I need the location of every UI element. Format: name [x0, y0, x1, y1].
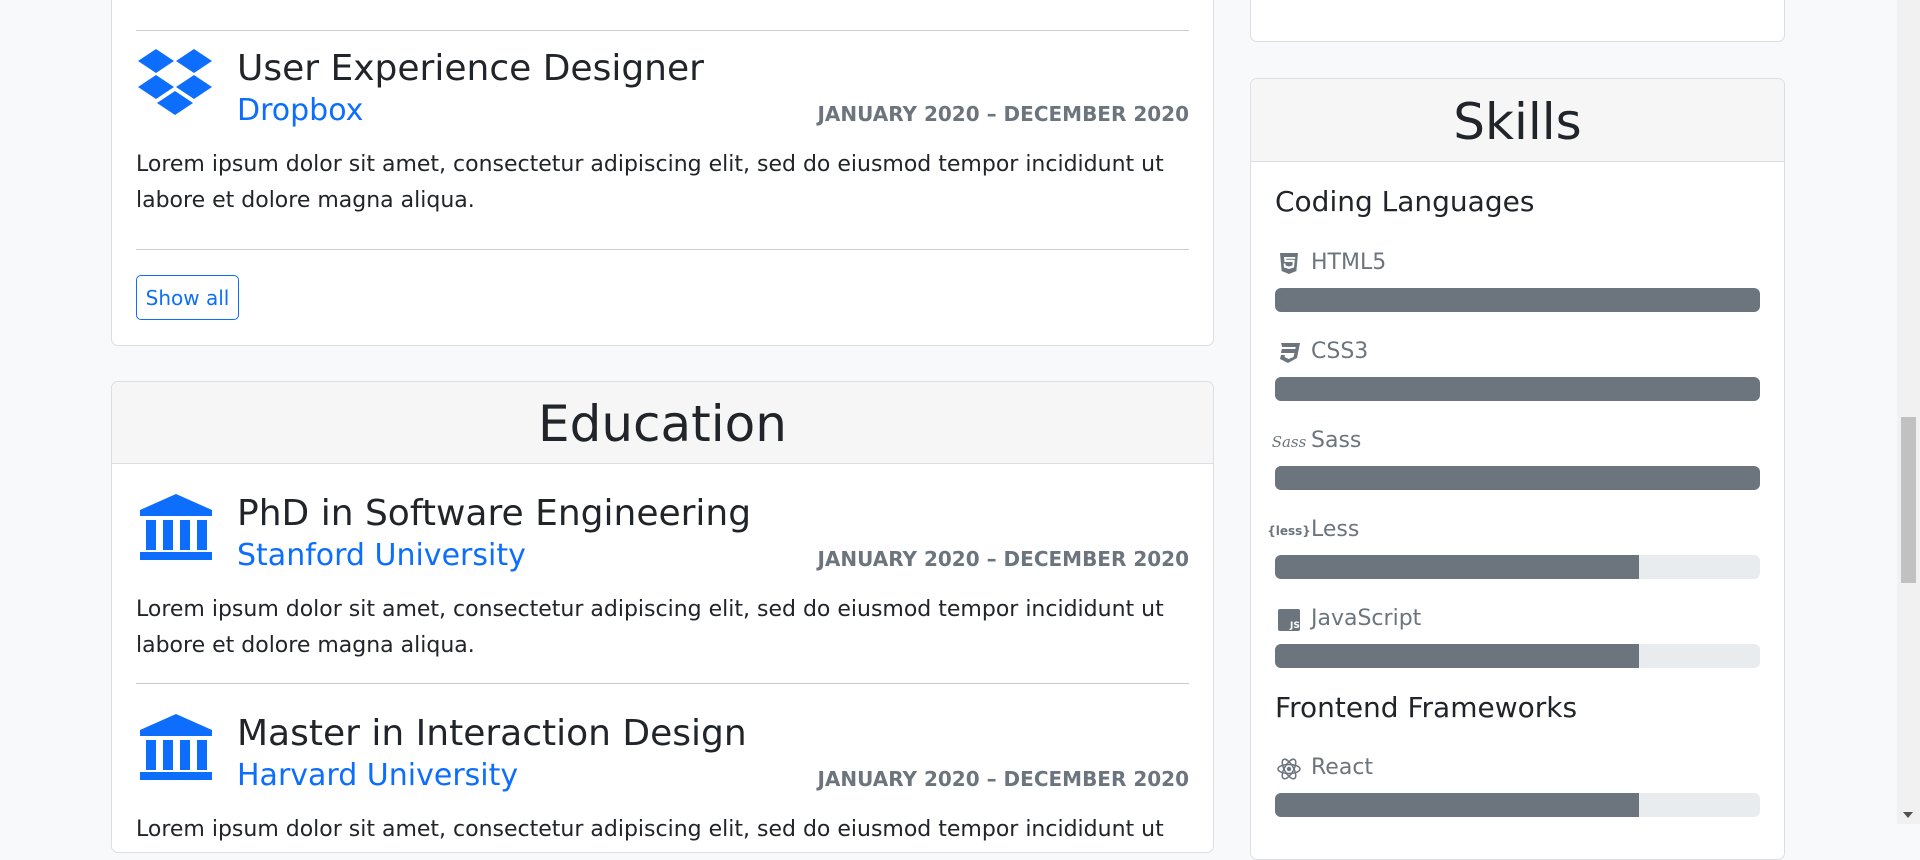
- entry-description: Lorem ipsum dolor sit amet, consectetur …: [136, 817, 1164, 842]
- skill-css3: CSS3: [1275, 337, 1760, 407]
- skill-progress-fill: [1275, 466, 1760, 490]
- entry-organization-link[interactable]: Stanford University: [237, 537, 526, 575]
- skill-name: CSS3: [1311, 339, 1369, 364]
- skill-progress-bar: [1275, 466, 1760, 490]
- skill-progress-fill: [1275, 793, 1639, 817]
- skill-react: React: [1275, 753, 1760, 823]
- entry-description: Lorem ipsum dolor sit amet, consectetur …: [136, 597, 1164, 658]
- entry-organization-link[interactable]: Harvard University: [237, 757, 518, 795]
- sass-icon: Sass: [1271, 433, 1307, 451]
- skill-name: HTML5: [1311, 250, 1387, 275]
- divider: [136, 683, 1189, 684]
- skill-less: {less} Less: [1267, 515, 1760, 585]
- dropbox-icon: [136, 47, 216, 127]
- divider: [136, 249, 1189, 250]
- skill-progress-bar: [1275, 377, 1760, 401]
- skill-name: React: [1311, 755, 1374, 780]
- skills-heading: Skills: [1251, 79, 1784, 162]
- skill-progress-bar: [1275, 288, 1760, 312]
- university-icon: [136, 492, 216, 572]
- page-scrollbar[interactable]: [1897, 0, 1920, 824]
- css3-icon: [1275, 339, 1303, 367]
- skill-progress-bar: [1275, 644, 1760, 668]
- skill-progress-fill: [1275, 377, 1760, 401]
- entry-dates: January 2020 – December 2020: [817, 102, 1189, 126]
- skill-name: JavaScript: [1311, 606, 1422, 631]
- html5-icon: [1275, 250, 1303, 278]
- entry-organization-link[interactable]: Dropbox: [237, 92, 363, 130]
- sidebar-card-previous: [1250, 0, 1785, 42]
- skill-progress-bar: [1275, 555, 1760, 579]
- education-heading: Education: [112, 382, 1213, 464]
- entry-title: User Experience Designer: [237, 48, 704, 89]
- education-card: Education PhD in Software Engineering St…: [111, 381, 1214, 853]
- skill-progress-bar: [1275, 793, 1760, 817]
- skill-progress-fill: [1275, 555, 1639, 579]
- scroll-down-arrow-icon[interactable]: [1903, 812, 1913, 818]
- show-all-button[interactable]: Show all: [136, 275, 239, 320]
- skills-card: Skills Coding Languages HTML5 CSS3 Sass …: [1250, 78, 1785, 860]
- entry-title: Master in Interaction Design: [237, 713, 747, 754]
- university-icon: [136, 712, 216, 792]
- skill-progress-fill: [1275, 644, 1639, 668]
- experience-card: User Experience Designer Dropbox January…: [111, 0, 1214, 346]
- less-icon: {less}: [1267, 524, 1311, 538]
- skill-progress-fill: [1275, 288, 1760, 312]
- react-icon: [1275, 755, 1303, 783]
- skill-html5: HTML5: [1275, 248, 1760, 318]
- skill-group-title: Frontend Frameworks: [1275, 691, 1578, 724]
- entry-title: PhD in Software Engineering: [237, 493, 752, 534]
- skill-javascript: JS JavaScript: [1275, 604, 1760, 674]
- entry-dates: January 2020 – December 2020: [817, 767, 1189, 791]
- skill-name: Less: [1311, 517, 1360, 542]
- scrollbar-thumb[interactable]: [1901, 417, 1916, 583]
- skill-name: Sass: [1311, 428, 1362, 453]
- skill-group-title: Coding Languages: [1275, 185, 1535, 218]
- divider: [136, 30, 1189, 31]
- entry-dates: January 2020 – December 2020: [817, 547, 1189, 571]
- javascript-icon: JS: [1275, 606, 1303, 634]
- entry-description: Lorem ipsum dolor sit amet, consectetur …: [136, 152, 1164, 213]
- svg-text:JS: JS: [1289, 621, 1300, 631]
- skill-sass: Sass Sass: [1271, 426, 1760, 496]
